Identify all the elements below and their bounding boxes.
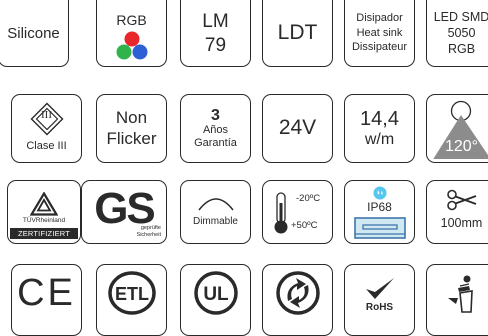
voltage-badge: 24V [262,94,333,163]
rohs-badge: RoHS [344,264,415,336]
ul-logo-icon: UL [193,271,238,315]
beam-angle-badge: 120° [426,94,488,163]
ce-mark: CE [17,272,76,315]
weee-badge [426,264,488,336]
power-value: 14,4 [360,107,399,130]
clase3-label: Clase III [26,140,67,152]
flicker-badge: Non Flicker [96,94,167,163]
gs-sub-line1: geprüfte [140,225,161,231]
rgb-label: RGB [116,12,147,28]
thermometer-icon [274,192,288,234]
flicker-line2: Flicker [106,129,157,148]
warranty-badge: 3 Años Garantía [180,94,251,163]
heatsink-line3: Dissipateur [351,41,408,54]
cut-badge: 100mm [426,180,488,244]
rohs-check-icon [365,278,394,300]
warranty-years: 3 [211,106,220,124]
smd-line2: 5050 [447,25,476,40]
lm79-line2: 79 [204,34,227,56]
heatsink-line1: Disipador [356,12,403,25]
gs-badge: GS geprüfte Sicherheit [81,180,167,244]
flicker-line1: Non [115,108,148,128]
tuv-brand: TÜVRheinland [22,216,66,224]
tuv-certified-bar: ZERTIFIZIERT [10,228,78,239]
power-unit: w/m [364,130,395,148]
smd-line3: RGB [447,42,476,57]
lm79-badge: LM 79 [180,0,251,67]
ce-badge: CE [11,264,82,336]
heatsink-line2: Heat sink [356,26,403,39]
scissors-icon [446,190,476,211]
tuv-triangle-icon [30,191,58,216]
clase3-symbol: III [41,109,52,121]
silicone-badge: Silicone [0,0,69,67]
tuv-badge: TÜVRheinland ZERTIFIZIERT [7,180,81,244]
temp-min: +50ºC [291,220,318,231]
ul-mark: UL [203,284,229,305]
warranty-line3: Garantía [194,136,237,149]
warranty-line2: Años [202,124,229,137]
dimmable-badge: Dimmable [180,180,251,244]
rgb-dots-icon [116,31,147,60]
ldt-label: LDT [277,21,318,45]
water-drop-icon [373,186,386,200]
sealed-strip-icon [353,216,406,239]
ldt-badge: LDT [262,0,333,67]
gs-sub-line2: Sicherheit [136,232,161,238]
cut-length: 100mm [440,216,483,231]
power-badge: 14,4 w/m [344,94,415,163]
green-dot-icon [275,271,320,315]
smd-line1: LED SMD [433,9,488,24]
voltage-label: 24V [278,116,317,140]
dimmable-label: Dimmable [192,216,238,228]
lm79-line1: LM [202,10,229,32]
heatsink-badge: Disipador Heat sink Dissipateur [344,0,415,67]
ul-badge: UL [180,264,251,336]
etl-logo-icon: ETL [107,271,156,315]
rgb-badge: RGB [96,0,167,67]
smd-badge: LED SMD 5050 RGB [426,0,488,67]
temp-badge: -20ºC +50ºC [262,180,333,244]
ip68-badge: IP68 [344,180,415,244]
weee-bin-icon [447,275,473,313]
silicone-label: Silicone [7,24,60,42]
temp-max: -20ºC [296,193,321,204]
beam-angle-label: 120° [444,138,479,156]
recycle-badge [262,264,333,336]
ip68-label: IP68 [367,200,392,214]
dimmer-arc-icon [197,198,234,211]
rohs-label: RoHS [365,302,394,314]
etl-mark: ETL [115,284,149,304]
clase3-badge: III Clase III [11,94,82,163]
etl-badge: ETL [96,264,167,336]
